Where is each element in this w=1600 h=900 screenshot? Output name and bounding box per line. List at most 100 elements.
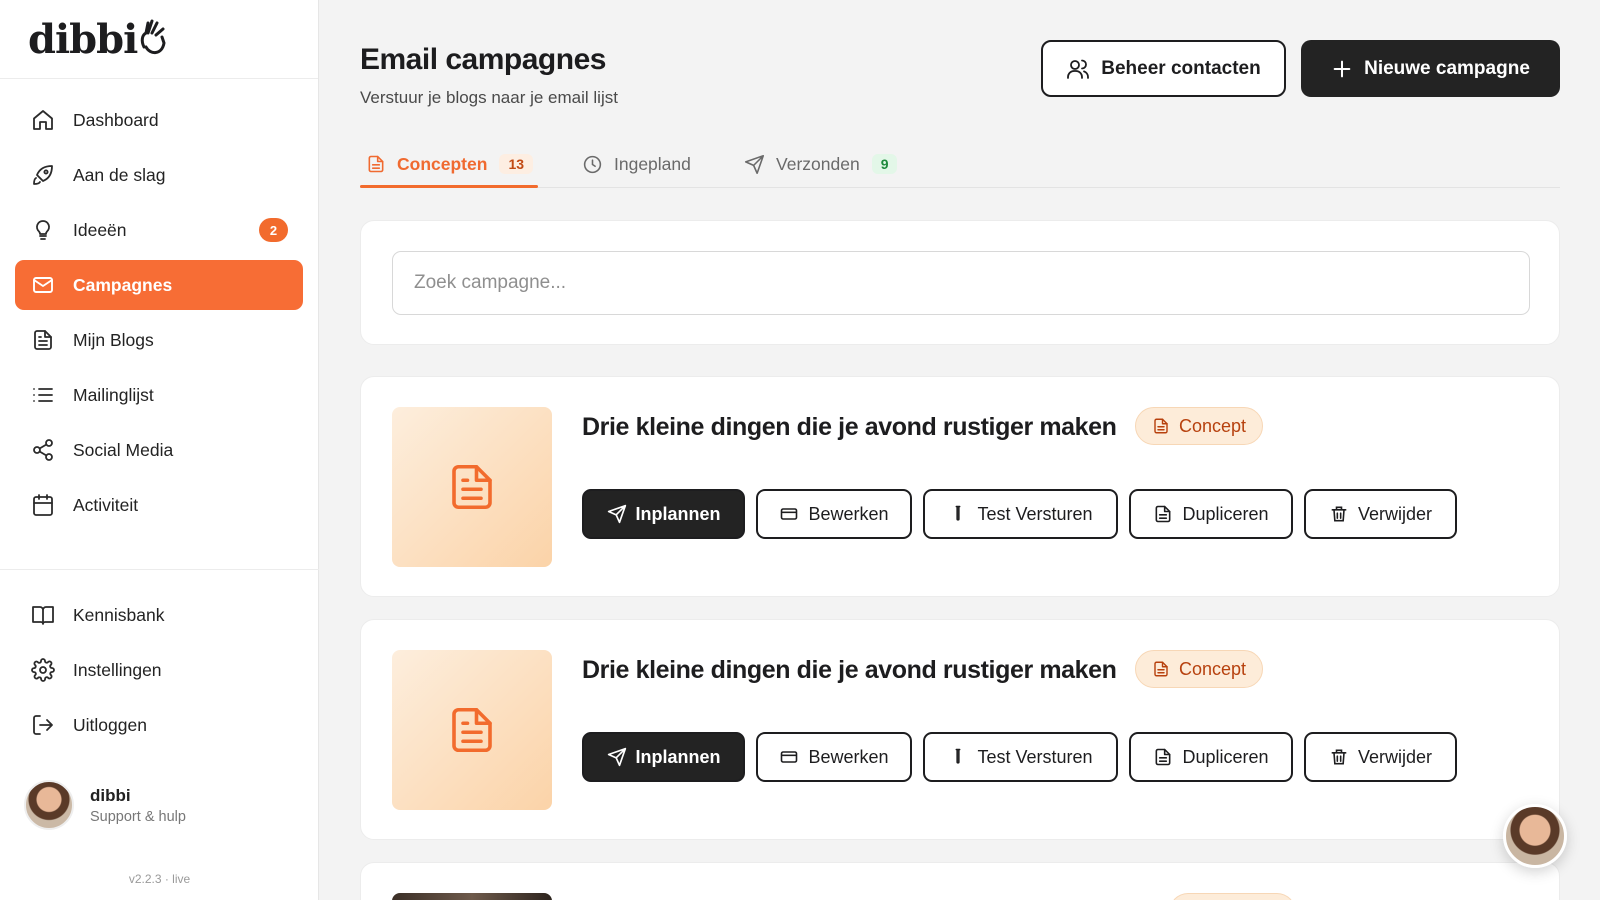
send-icon (607, 504, 626, 524)
sidebar-item-label: Mailinglijst (73, 384, 154, 405)
duplicate-button[interactable]: Dupliceren (1129, 732, 1293, 782)
sidebar-item-label: Uitloggen (73, 714, 147, 735)
campaign-actions: Inplannen Bewerken Test Versturen Duplic… (582, 489, 1468, 539)
gear-icon (30, 657, 56, 683)
logo-text: dibbi (28, 15, 138, 63)
document-icon (452, 707, 492, 753)
book-icon (30, 602, 56, 628)
manage-contacts-label: Beheer contacten (1101, 57, 1261, 79)
sidebar-item-mailinglijst[interactable]: Mailinglijst (15, 370, 303, 420)
schedule-button[interactable]: Inplannen (582, 732, 745, 782)
schedule-button[interactable]: Inplannen (582, 489, 745, 539)
tab-count-badge: 9 (871, 154, 898, 174)
schedule-label: Inplannen (635, 746, 721, 767)
sidebar-item-kennisbank[interactable]: Kennisbank (15, 590, 304, 640)
tab-label: Ingepland (614, 153, 691, 174)
test-tube-icon (956, 505, 961, 521)
document-icon (1154, 661, 1168, 677)
card-icon (781, 508, 798, 520)
new-campaign-button[interactable]: Nieuwe campagne (1301, 40, 1560, 97)
status-badge: Concept (1135, 407, 1264, 445)
search-input[interactable] (392, 251, 1530, 315)
edit-button[interactable]: Bewerken (756, 489, 912, 539)
edit-button[interactable]: Bewerken (756, 732, 912, 782)
user-profile[interactable]: dibbi Support & hulp (24, 780, 186, 830)
logo[interactable]: dibbi (28, 16, 168, 63)
list-icon (30, 382, 56, 408)
new-campaign-label: Nieuwe campagne (1364, 57, 1530, 79)
user-subtitle: Support & hulp (90, 808, 186, 825)
delete-button[interactable]: Verwijder (1304, 732, 1457, 782)
test-tube-icon (956, 748, 961, 764)
calendar-icon (30, 492, 56, 518)
lightbulb-icon (30, 217, 56, 243)
campaign-thumbnail (392, 407, 552, 567)
card-icon (781, 751, 798, 763)
trash-icon (1331, 506, 1347, 522)
test-send-label: Test Versturen (977, 503, 1093, 524)
duplicate-label: Dupliceren (1182, 503, 1269, 524)
edit-label: Bewerken (808, 746, 889, 767)
page-subtitle: Verstuur je blogs naar je email lijst (360, 88, 618, 107)
document-icon (1156, 748, 1171, 766)
campaign-card (360, 862, 1560, 900)
campaign-thumbnail (392, 650, 552, 810)
send-icon (607, 747, 626, 767)
tab-label: Concepten (397, 153, 488, 174)
sidebar-bottom-nav: Kennisbank Instellingen Uitloggen (15, 590, 304, 755)
page-title: Email campagnes (360, 43, 606, 76)
delete-label: Verwijder (1357, 746, 1433, 767)
sidebar-item-mijn-blogs[interactable]: Mijn Blogs (15, 315, 303, 365)
delete-button[interactable]: Verwijder (1304, 489, 1457, 539)
test-send-label: Test Versturen (977, 746, 1093, 767)
sidebar-item-instellingen[interactable]: Instellingen (15, 645, 304, 695)
search-card (360, 220, 1560, 345)
tab-verzonden[interactable]: Verzonden 9 (744, 141, 898, 187)
document-icon (1154, 418, 1168, 434)
mail-icon (30, 272, 56, 298)
tab-count-badge: 13 (499, 154, 534, 174)
rocket-icon (30, 162, 56, 188)
manage-contacts-button[interactable]: Beheer contacten (1041, 40, 1286, 97)
clock-icon (583, 155, 602, 173)
sidebar-item-label: Aan de slag (73, 164, 166, 185)
sidebar-item-activiteit[interactable]: Activiteit (15, 480, 303, 530)
tab-label: Verzonden (776, 153, 860, 174)
sidebar-item-label: Activiteit (73, 494, 139, 515)
sidebar-item-dashboard[interactable]: Dashboard (15, 95, 303, 145)
sidebar-item-label: Social Media (73, 439, 174, 460)
status-label: Concept (1179, 658, 1247, 679)
document-icon (452, 464, 492, 510)
sidebar-item-label: Instellingen (73, 659, 162, 680)
hand-logo-icon (141, 19, 166, 54)
status-label: Concept (1179, 415, 1247, 436)
sidebar-item-label: Mijn Blogs (73, 329, 154, 350)
user-text: dibbi Support & hulp (90, 786, 186, 825)
campaign-title[interactable]: Drie kleine dingen die je avond rustiger… (582, 413, 1117, 442)
sidebar-item-label: Kennisbank (73, 604, 165, 625)
campaign-actions: Inplannen Bewerken Test Versturen Duplic… (582, 732, 1468, 782)
ideas-count-badge: 2 (259, 218, 288, 242)
sidebar-item-social-media[interactable]: Social Media (15, 425, 303, 475)
test-send-button[interactable]: Test Versturen (923, 489, 1118, 539)
sidebar-nav: Dashboard Aan de slag Ideeën 2 Campagnes (0, 79, 318, 530)
tab-ingepland[interactable]: Ingepland (582, 141, 691, 187)
users-icon (1067, 59, 1090, 79)
plus-icon (1333, 60, 1351, 77)
send-icon (744, 154, 765, 174)
home-icon (30, 107, 56, 133)
campaign-title[interactable]: Drie kleine dingen die je avond rustiger… (582, 656, 1117, 685)
document-icon (30, 327, 56, 353)
duplicate-button[interactable]: Dupliceren (1129, 489, 1293, 539)
sidebar-item-aan-de-slag[interactable]: Aan de slag (15, 150, 303, 200)
campaign-card: Drie kleine dingen die je avond rustiger… (360, 619, 1560, 840)
test-send-button[interactable]: Test Versturen (923, 732, 1118, 782)
tab-concepten[interactable]: Concepten 13 (366, 141, 534, 187)
sidebar-item-campagnes[interactable]: Campagnes (15, 260, 303, 310)
sidebar-item-ideeen[interactable]: Ideeën 2 (15, 205, 303, 255)
campaign-card: Drie kleine dingen die je avond rustiger… (360, 376, 1560, 597)
sidebar-item-uitloggen[interactable]: Uitloggen (15, 700, 304, 750)
support-chat-avatar[interactable] (1503, 804, 1567, 868)
share-icon (30, 437, 56, 463)
sidebar-item-label: Dashboard (73, 109, 159, 130)
